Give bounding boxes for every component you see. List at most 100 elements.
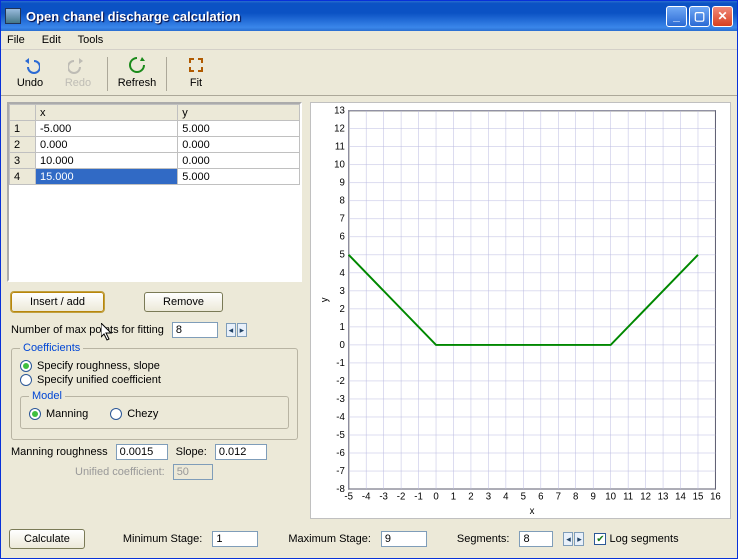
unified-coeff-input — [173, 464, 213, 480]
radio-dot-icon — [20, 360, 32, 372]
refresh-button[interactable]: Refresh — [114, 52, 160, 91]
insert-add-button[interactable]: Insert / add — [11, 292, 104, 312]
radio-specify-roughness[interactable]: Specify roughness, slope — [20, 360, 289, 372]
toolbar: Undo Redo Refresh Fit — [1, 50, 737, 96]
points-table[interactable]: x y 1-5.0005.00020.0000.000310.0000.0004… — [7, 102, 302, 282]
roughness-input[interactable] — [116, 444, 168, 460]
row-number[interactable]: 2 — [10, 137, 36, 153]
refresh-label: Refresh — [118, 77, 157, 89]
app-icon — [5, 8, 21, 24]
slope-label: Slope: — [176, 446, 207, 458]
refresh-icon — [126, 54, 148, 76]
log-segments-checkbox[interactable]: ✔ Log segments — [594, 533, 678, 545]
svg-text:13: 13 — [658, 492, 669, 503]
minimize-button[interactable]: _ — [666, 6, 687, 27]
redo-icon — [67, 54, 89, 76]
table-row[interactable]: 20.0000.000 — [10, 137, 300, 153]
window-title: Open chanel discharge calculation — [26, 9, 664, 24]
row-header-blank — [10, 105, 36, 121]
svg-text:7: 7 — [556, 492, 561, 503]
menu-file[interactable]: File — [7, 34, 25, 46]
col-header-y[interactable]: y — [178, 105, 300, 121]
titlebar: Open chanel discharge calculation _ ▢ ✕ — [1, 1, 737, 31]
cell-y[interactable]: 0.000 — [178, 153, 300, 169]
svg-text:13: 13 — [334, 106, 345, 117]
svg-text:16: 16 — [710, 492, 721, 503]
remove-button[interactable]: Remove — [144, 292, 223, 312]
redo-label: Redo — [65, 77, 91, 89]
fitting-spinner[interactable]: ◂▸ — [226, 323, 247, 337]
maxstage-input[interactable] — [381, 531, 427, 547]
menubar: File Edit Tools — [1, 31, 737, 50]
table-row[interactable]: 415.0005.000 — [10, 169, 300, 185]
svg-text:-1: -1 — [414, 492, 423, 503]
calculate-button[interactable]: Calculate — [9, 529, 85, 549]
menu-tools[interactable]: Tools — [78, 34, 104, 46]
radio-manning[interactable]: Manning — [29, 408, 88, 420]
radio-specify-label: Specify roughness, slope — [37, 360, 160, 372]
svg-text:12: 12 — [334, 124, 345, 135]
svg-text:8: 8 — [339, 196, 344, 207]
roughness-label: Manning roughness — [11, 446, 108, 458]
row-number[interactable]: 4 — [10, 169, 36, 185]
svg-text:9: 9 — [339, 178, 344, 189]
table-row[interactable]: 310.0000.000 — [10, 153, 300, 169]
footer: Calculate Minimum Stage: Maximum Stage: … — [1, 525, 737, 557]
svg-text:5: 5 — [521, 492, 526, 503]
undo-button[interactable]: Undo — [7, 52, 53, 91]
spin-left-icon[interactable]: ◂ — [226, 323, 236, 337]
spin-right-icon[interactable]: ▸ — [574, 532, 584, 546]
segments-input[interactable] — [519, 531, 553, 547]
undo-icon — [19, 54, 41, 76]
close-button[interactable]: ✕ — [712, 6, 733, 27]
cell-y[interactable]: 5.000 — [178, 121, 300, 137]
svg-text:-2: -2 — [336, 376, 345, 387]
svg-text:11: 11 — [623, 492, 633, 503]
fit-button[interactable]: Fit — [173, 52, 219, 91]
svg-text:8: 8 — [573, 492, 578, 503]
maximize-button[interactable]: ▢ — [689, 6, 710, 27]
chart-area[interactable]: -5-4-3-2-1012345678910111213141516-8-7-6… — [310, 102, 731, 519]
cell-y[interactable]: 5.000 — [178, 169, 300, 185]
coefficients-legend: Coefficients — [20, 342, 83, 354]
svg-text:0: 0 — [433, 492, 438, 503]
svg-text:15: 15 — [693, 492, 704, 503]
svg-text:10: 10 — [334, 160, 345, 171]
svg-text:3: 3 — [486, 492, 491, 503]
slope-input[interactable] — [215, 444, 267, 460]
svg-text:14: 14 — [675, 492, 686, 503]
svg-text:4: 4 — [339, 268, 345, 279]
svg-text:1: 1 — [451, 492, 456, 503]
cell-x[interactable]: 10.000 — [36, 153, 178, 169]
coefficients-group: Coefficients Specify roughness, slope Sp… — [11, 342, 298, 440]
svg-text:6: 6 — [538, 492, 543, 503]
row-number[interactable]: 1 — [10, 121, 36, 137]
svg-text:12: 12 — [640, 492, 651, 503]
minstage-input[interactable] — [212, 531, 258, 547]
spin-left-icon[interactable]: ◂ — [563, 532, 573, 546]
svg-text:2: 2 — [339, 304, 344, 315]
svg-text:-3: -3 — [379, 492, 388, 503]
cell-y[interactable]: 0.000 — [178, 137, 300, 153]
fit-label: Fit — [190, 77, 202, 89]
svg-text:4: 4 — [503, 492, 509, 503]
svg-text:-5: -5 — [344, 492, 353, 503]
fit-icon — [185, 54, 207, 76]
cell-x[interactable]: 0.000 — [36, 137, 178, 153]
radio-unified-coefficient[interactable]: Specify unified coefficient — [20, 374, 289, 386]
row-number[interactable]: 3 — [10, 153, 36, 169]
cell-x[interactable]: 15.000 — [36, 169, 178, 185]
svg-text:5: 5 — [339, 250, 344, 261]
radio-chezy[interactable]: Chezy — [110, 408, 158, 420]
model-group: Model Manning Chezy — [20, 390, 289, 429]
col-header-x[interactable]: x — [36, 105, 178, 121]
svg-text:-8: -8 — [336, 484, 345, 495]
cell-x[interactable]: -5.000 — [36, 121, 178, 137]
fitting-points-input[interactable] — [172, 322, 218, 338]
segments-spinner[interactable]: ◂▸ — [563, 532, 584, 546]
svg-text:-3: -3 — [336, 394, 345, 405]
svg-text:11: 11 — [335, 142, 345, 153]
table-row[interactable]: 1-5.0005.000 — [10, 121, 300, 137]
spin-right-icon[interactable]: ▸ — [237, 323, 247, 337]
menu-edit[interactable]: Edit — [42, 34, 61, 46]
